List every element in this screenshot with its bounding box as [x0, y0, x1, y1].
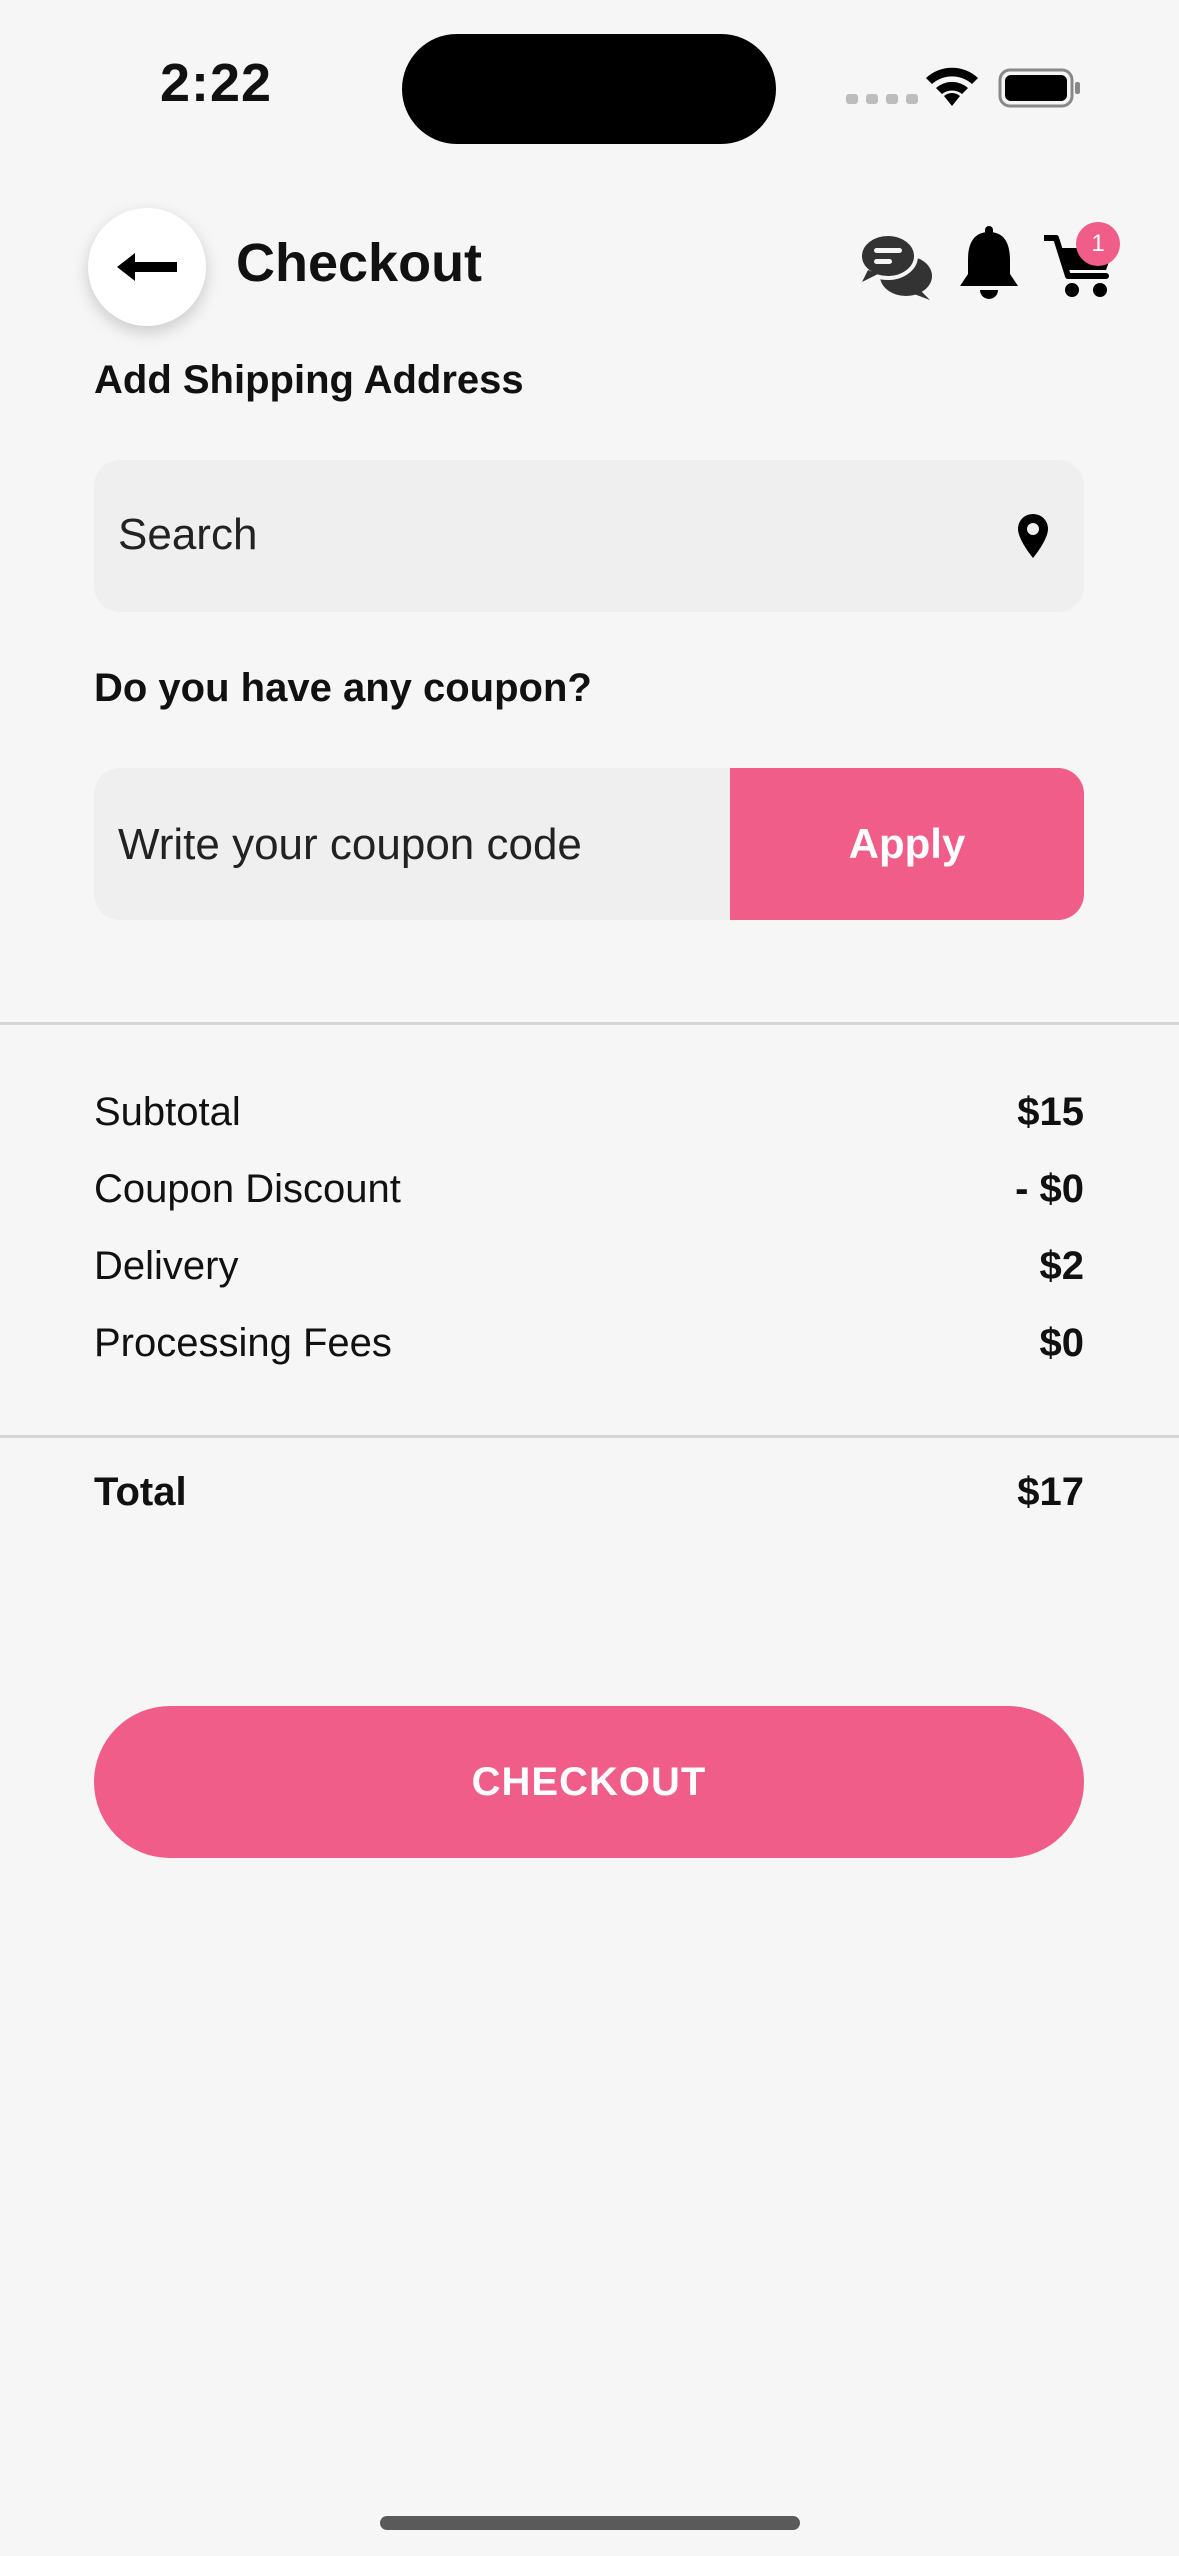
summary-row-total: Total $17: [94, 1470, 1084, 1515]
divider: [0, 1435, 1179, 1438]
summary-value: - $0: [1015, 1167, 1084, 1211]
summary-value: $15: [1017, 1090, 1084, 1134]
summary-label: Coupon Discount: [94, 1167, 401, 1211]
back-arrow-icon: [117, 253, 177, 281]
summary-row-coupon-discount: Coupon Discount - $0: [94, 1167, 1084, 1212]
battery-icon: [998, 68, 1080, 108]
coupon-code-input[interactable]: Write your coupon code: [118, 820, 582, 870]
home-indicator[interactable]: [380, 2516, 800, 2530]
wifi-icon: [926, 67, 978, 106]
page-title: Checkout: [236, 233, 483, 293]
location-pin-icon[interactable]: [1016, 512, 1050, 560]
dynamic-island: [402, 34, 776, 144]
total-value: $17: [1017, 1470, 1084, 1514]
chat-icon[interactable]: [858, 228, 934, 302]
checkout-button[interactable]: CHECKOUT: [94, 1706, 1084, 1858]
shipping-address-label: Add Shipping Address: [94, 358, 524, 402]
back-button[interactable]: [88, 208, 206, 326]
apply-coupon-button[interactable]: Apply: [730, 768, 1084, 920]
status-time: 2:22: [160, 53, 273, 113]
address-search-input[interactable]: Search: [94, 460, 1084, 612]
cart-count-badge: 1: [1076, 222, 1120, 266]
coupon-question-label: Do you have any coupon?: [94, 666, 592, 710]
summary-label: Delivery: [94, 1244, 239, 1288]
summary-value: $0: [1039, 1321, 1085, 1365]
address-search-placeholder: Search: [118, 510, 258, 559]
coupon-input-group: Write your coupon code Apply: [94, 768, 1084, 920]
summary-label: Subtotal: [94, 1090, 241, 1134]
checkout-screen: 2:22 Checkout 1 Add Shipping Address Sea…: [0, 0, 1179, 2556]
summary-row-delivery: Delivery $2: [94, 1244, 1084, 1289]
bell-icon[interactable]: [956, 226, 1022, 302]
summary-row-processing-fees: Processing Fees $0: [94, 1321, 1084, 1366]
total-label: Total: [94, 1470, 187, 1514]
summary-label: Processing Fees: [94, 1321, 392, 1365]
cellular-signal-icon: [846, 94, 918, 104]
divider: [0, 1022, 1179, 1025]
summary-row-subtotal: Subtotal $15: [94, 1090, 1084, 1135]
summary-value: $2: [1039, 1244, 1085, 1288]
cart-button[interactable]: 1: [1044, 222, 1124, 302]
